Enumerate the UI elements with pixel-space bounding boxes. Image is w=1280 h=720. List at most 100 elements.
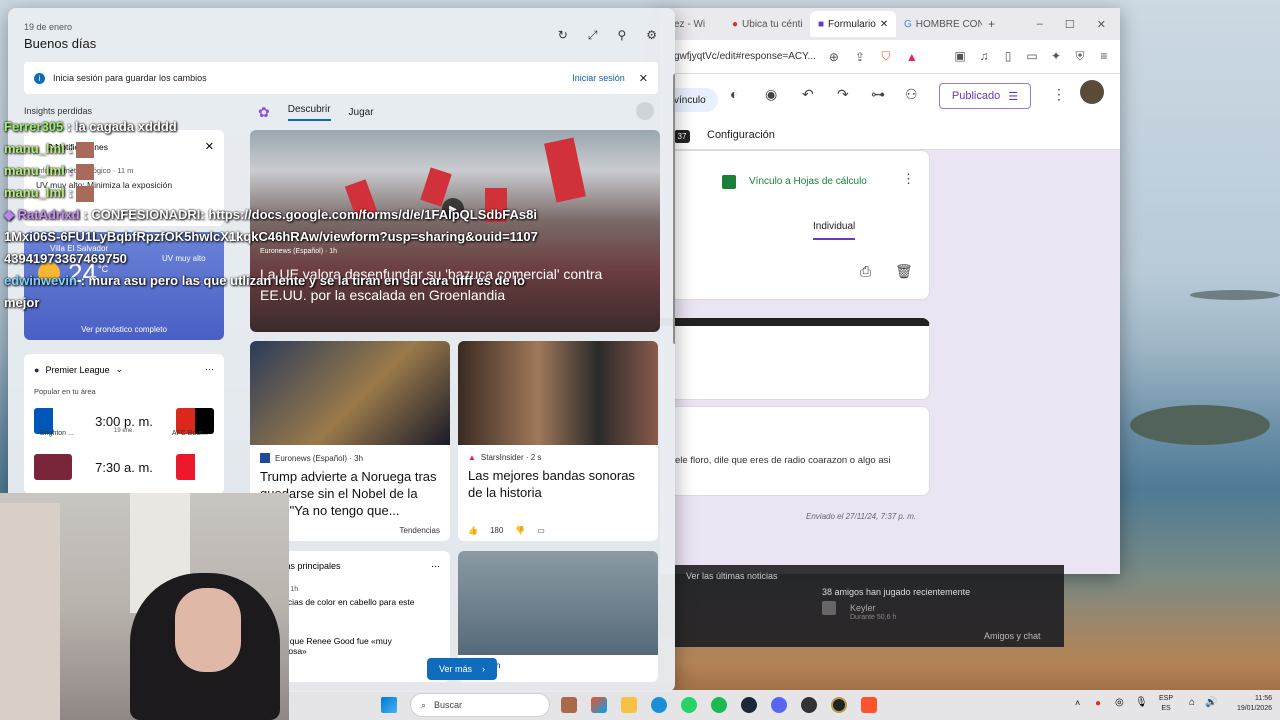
tab-close-icon[interactable]: ✕	[880, 19, 888, 30]
like-icon[interactable]: 👍	[468, 526, 478, 535]
refresh-icon[interactable]: ↻	[558, 28, 568, 43]
music-icon[interactable]: ♫	[976, 49, 992, 64]
match-row[interactable]: 3:00 p. m. 19 ene. Brighton ... AFC Bour…	[34, 402, 214, 440]
more-options-icon[interactable]: ⋮	[902, 171, 915, 187]
browser-tab-4[interactable]: G HOMBRE CON	[896, 11, 982, 37]
news-source: ▲ StarsInsider · 2 s	[468, 453, 648, 462]
pin-widget-icon[interactable]: ⚲	[617, 28, 626, 43]
share-icon[interactable]: ⇪	[852, 50, 868, 64]
mic-icon[interactable]: 🎙	[1135, 697, 1148, 708]
network-icon[interactable]: ⌂	[1189, 697, 1195, 708]
minimize-icon[interactable]: –	[1037, 18, 1043, 31]
stream-chat-overlay: Ferrer305 : la cagada xdddd manu_lml : m…	[4, 116, 544, 314]
sports-header[interactable]: ● Premier League ⌄ ⋯	[34, 364, 214, 375]
edge-icon[interactable]	[651, 697, 667, 713]
chevron-up-icon[interactable]: ˄	[1075, 698, 1080, 708]
clock-date: 19/01/2026	[1236, 705, 1272, 712]
close-window-icon[interactable]: ✕	[1097, 18, 1106, 31]
info-icon: i	[34, 72, 45, 84]
see-more-button[interactable]: Ver más ›	[427, 658, 497, 680]
friend-avatar[interactable]	[822, 601, 836, 615]
zoom-icon[interactable]: ⊕	[826, 50, 842, 64]
avatar[interactable]	[1080, 80, 1104, 104]
emote-icon	[76, 185, 95, 202]
chat-message: edwinwevin : mura asu pero las que utliz…	[4, 270, 544, 314]
match-row[interactable]: 7:30 a. m.	[34, 448, 214, 486]
badge-icon: ◆	[4, 207, 14, 222]
trend-label[interactable]: Tendencias	[400, 526, 440, 535]
vpn-icon[interactable]: ⛨	[1072, 49, 1088, 64]
insights-label: Insights perdidas	[24, 106, 93, 116]
published-button[interactable]: Publicado ☰	[939, 83, 1031, 109]
wallet-icon[interactable]: ▭	[1024, 49, 1040, 64]
extension-icon[interactable]: ✦	[1048, 49, 1064, 64]
tab-configuracion[interactable]: Configuración	[707, 129, 775, 141]
spotify-icon[interactable]	[711, 697, 727, 713]
brave-shield-icon[interactable]: ⛉	[878, 49, 894, 64]
taskbar-app-icon[interactable]	[561, 697, 577, 713]
bookmark-icon[interactable]: ▯	[1000, 49, 1016, 64]
comment-icon[interactable]: ▭	[537, 526, 545, 535]
news-card[interactable]: ▲ StarsInsider · 2 s Las mejores bandas s…	[458, 341, 658, 541]
feed-scrollbar[interactable]	[673, 74, 675, 344]
emote-icon	[76, 141, 95, 158]
emote-icon	[76, 163, 95, 180]
app-icon[interactable]	[831, 697, 847, 713]
clock[interactable]: 11:56 19/01/2026	[1237, 694, 1272, 714]
url-text[interactable]: gwfjyqtVc/edit#response=ACY...	[674, 51, 816, 62]
undo-icon[interactable]: ↶	[802, 86, 814, 103]
weather-forecast-link[interactable]: Ver pronóstico completo	[24, 325, 224, 334]
browser-tab-2[interactable]: ● Ubica tu cénti	[724, 11, 810, 37]
browser-tab-forms[interactable]: ■ Formulario ✕	[810, 11, 896, 37]
expand-icon[interactable]: ⤢	[588, 28, 598, 43]
link-icon[interactable]: ⊶	[871, 86, 885, 103]
chat-user: manu_lml	[4, 185, 65, 200]
news-link[interactable]: Ver las últimas noticias	[686, 571, 778, 581]
more-horiz-icon[interactable]: ⋯	[431, 561, 440, 572]
chat-message: manu_lml :	[4, 138, 544, 160]
whatsapp-icon[interactable]	[681, 697, 697, 713]
brave-icon[interactable]	[861, 697, 877, 713]
sheets-link[interactable]: Vínculo a Hojas de cálculo	[749, 176, 867, 187]
new-tab-icon[interactable]: +	[988, 17, 995, 31]
friends-chat-link[interactable]: Amigos y chat	[984, 631, 1041, 641]
steam-icon[interactable]	[741, 697, 757, 713]
more-horiz-icon[interactable]: ⋯	[205, 364, 214, 375]
game-panel: Ver las últimas noticias 38 amigos han j…	[674, 565, 1064, 647]
taskbar-search[interactable]: ⌕ Buscar	[410, 693, 550, 717]
more-vert-icon[interactable]: ⋮	[1052, 86, 1066, 103]
match-time: 3:00 p. m.	[95, 413, 153, 429]
settings-gear-icon[interactable]: ⚙	[646, 28, 657, 43]
tray-icon[interactable]: ●	[1095, 698, 1101, 709]
palette-icon[interactable]: ◐	[730, 86, 738, 102]
add-collaborator-icon[interactable]: ⚇	[905, 86, 918, 103]
shelf	[0, 503, 60, 720]
tab-individual[interactable]: Individual	[813, 221, 856, 240]
tray-icon[interactable]: ◎	[1115, 697, 1124, 708]
preview-icon[interactable]: ◉	[765, 86, 777, 103]
rewards-icon[interactable]: ▲	[904, 50, 920, 64]
start-icon[interactable]	[381, 697, 397, 713]
chevron-down-icon: ⌄	[115, 364, 124, 374]
profile-icon[interactable]	[636, 102, 654, 120]
copilot-taskbar-icon[interactable]	[591, 697, 607, 713]
obs-icon[interactable]	[801, 697, 817, 713]
friend-name[interactable]: Keyler	[850, 603, 876, 613]
discord-icon[interactable]	[771, 697, 787, 713]
language-indicator[interactable]: ESP ES	[1159, 694, 1173, 714]
dislike-icon[interactable]: 👎	[515, 526, 525, 535]
print-icon[interactable]: ⎙	[860, 263, 871, 280]
close-banner-icon[interactable]: ✕	[639, 72, 648, 85]
maximize-icon[interactable]: ☐	[1065, 18, 1075, 31]
sidebar-icon[interactable]: ▣	[952, 49, 968, 64]
tab-label: ez - Wi	[674, 18, 706, 30]
delete-icon[interactable]: 🗑	[895, 263, 913, 280]
lang-bottom: ES	[1161, 705, 1171, 712]
menu-icon[interactable]: ≡	[1096, 49, 1112, 64]
settings-sliders-icon: ☰	[1008, 90, 1019, 103]
signin-link[interactable]: Iniciar sesión	[572, 73, 625, 83]
taskbar: ⌕ Buscar ˄ ● ◎ 🎙 ESP ES ⌂ 🔊 11:56 19/01/202…	[289, 690, 1280, 720]
volume-icon[interactable]: 🔊	[1205, 697, 1217, 708]
explorer-icon[interactable]	[621, 697, 637, 713]
redo-icon[interactable]: ↷	[837, 86, 849, 103]
